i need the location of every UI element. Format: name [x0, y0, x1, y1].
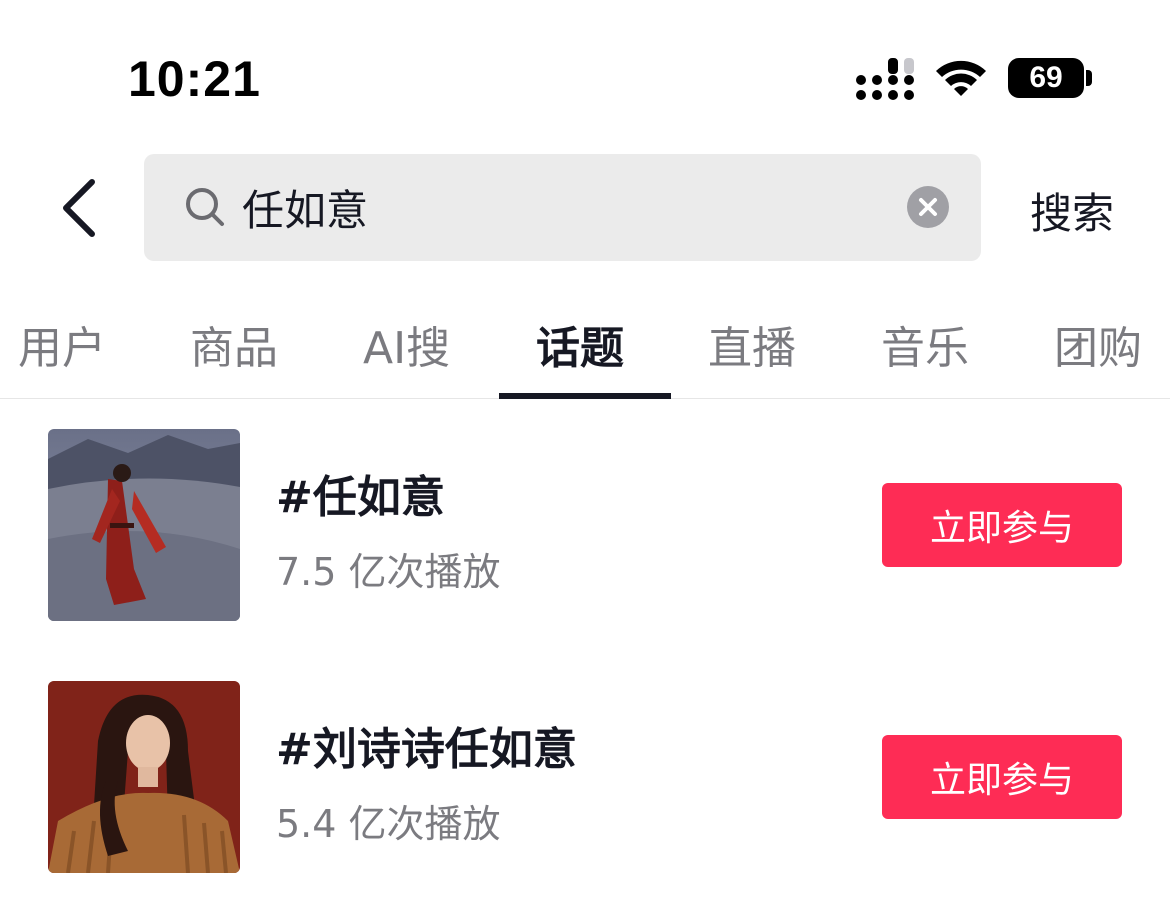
- tab-products[interactable]: 商品: [190, 312, 278, 374]
- wifi-icon: [936, 60, 986, 96]
- topic-title[interactable]: #任如意: [276, 461, 445, 525]
- tab-music[interactable]: 音乐: [881, 312, 969, 374]
- clear-circle-icon[interactable]: [907, 186, 949, 228]
- topic-thumbnail[interactable]: [48, 681, 240, 873]
- search-box[interactable]: [144, 154, 981, 261]
- topic-row[interactable]: #任如意 7.5 亿次播放 立即参与: [0, 429, 1170, 621]
- topic-title[interactable]: #刘诗诗任如意: [276, 713, 577, 777]
- back-chevron-icon[interactable]: [56, 176, 104, 240]
- topic-thumbnail[interactable]: [48, 429, 240, 621]
- battery-level: 69: [1029, 61, 1063, 94]
- category-tabs: 用户 商品 AI搜 话题 直播 音乐 团购: [0, 300, 1170, 399]
- screen: 10:21 69 搜索: [0, 0, 1170, 921]
- status-time: 10:21: [128, 51, 261, 107]
- topic-view-count: 5.4 亿次播放: [276, 802, 501, 846]
- topic-row[interactable]: #刘诗诗任如意 5.4 亿次播放 立即参与: [0, 681, 1170, 873]
- join-topic-button[interactable]: 立即参与: [882, 483, 1122, 567]
- active-tab-indicator: [499, 393, 671, 399]
- search-input[interactable]: [242, 174, 882, 240]
- tab-live[interactable]: 直播: [708, 312, 796, 374]
- battery-icon: 69: [1008, 58, 1084, 98]
- search-icon: [186, 188, 224, 226]
- tab-topics[interactable]: 话题: [536, 312, 624, 374]
- join-topic-button[interactable]: 立即参与: [882, 735, 1122, 819]
- topic-view-count: 7.5 亿次播放: [276, 550, 501, 594]
- tab-group-buy[interactable]: 团购: [1054, 312, 1142, 374]
- battery-tip: [1086, 70, 1092, 86]
- search-button[interactable]: 搜索: [1030, 180, 1114, 241]
- tab-ai-search[interactable]: AI搜: [363, 312, 450, 374]
- cellular-signal-icon: [856, 58, 914, 100]
- tab-users[interactable]: 用户: [18, 312, 106, 374]
